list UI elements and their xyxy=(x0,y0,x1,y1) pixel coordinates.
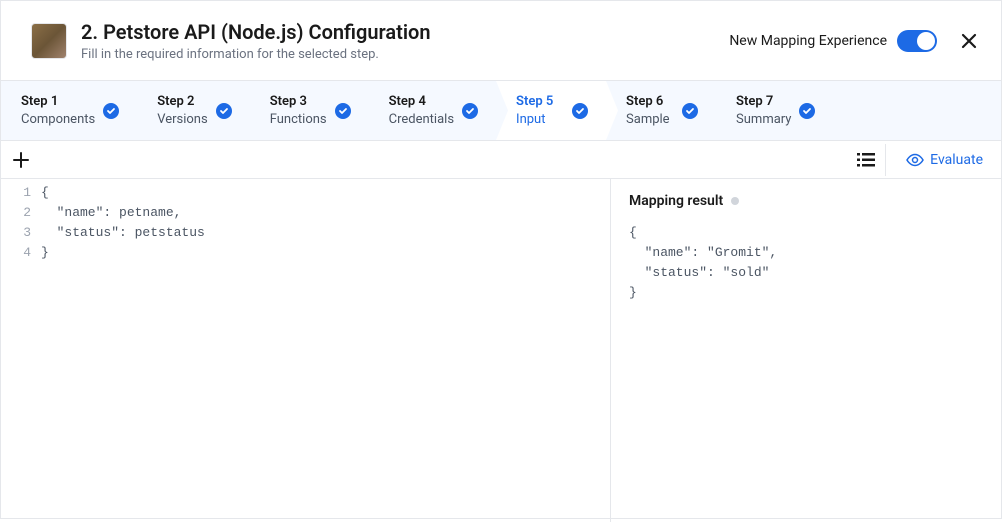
mapping-experience-toggle[interactable] xyxy=(897,30,937,52)
step-sub: Versions xyxy=(157,112,207,128)
check-icon xyxy=(682,103,698,119)
check-icon xyxy=(216,103,232,119)
step-title: Step 5 xyxy=(516,94,564,110)
result-body: { "name": "Gromit", "status": "sold" } xyxy=(629,223,983,303)
plus-icon xyxy=(12,151,30,169)
step-sub: Input xyxy=(516,112,564,128)
step-sub: Functions xyxy=(270,112,327,128)
step-sub: Sample xyxy=(626,112,674,128)
step-title: Step 3 xyxy=(270,94,327,110)
step-functions[interactable]: Step 3 Functions xyxy=(250,81,369,140)
toggle-label: New Mapping Experience xyxy=(729,33,887,49)
evaluate-button[interactable]: Evaluate xyxy=(894,147,995,173)
step-sub: Components xyxy=(21,112,95,128)
step-title: Step 6 xyxy=(626,94,674,110)
step-summary[interactable]: Step 7 Summary xyxy=(716,81,833,140)
step-title: Step 4 xyxy=(389,94,454,110)
step-sub: Credentials xyxy=(389,112,454,128)
evaluate-label: Evaluate xyxy=(930,152,983,168)
page-subtitle: Fill in the required information for the… xyxy=(81,47,729,62)
check-icon xyxy=(572,103,588,119)
avatar xyxy=(31,23,67,59)
step-title: Step 2 xyxy=(157,94,207,110)
close-button[interactable] xyxy=(957,29,981,53)
step-title: Step 7 xyxy=(736,94,791,110)
step-components[interactable]: Step 1 Components xyxy=(1,81,137,140)
code-editor[interactable]: 1234 { "name": petname, "status": petsta… xyxy=(1,179,611,522)
page-title: 2. Petstore API (Node.js) Configuration xyxy=(81,19,729,45)
check-icon xyxy=(462,103,478,119)
check-icon xyxy=(799,103,815,119)
step-sub: Summary xyxy=(736,112,791,128)
step-credentials[interactable]: Step 4 Credentials xyxy=(369,81,496,140)
step-input[interactable]: Step 5 Input xyxy=(496,81,606,140)
check-icon xyxy=(335,103,351,119)
add-button[interactable] xyxy=(7,146,35,174)
status-dot-icon xyxy=(731,197,739,205)
step-title: Step 1 xyxy=(21,94,95,110)
result-panel: Mapping result { "name": "Gromit", "stat… xyxy=(611,179,1001,522)
list-view-button[interactable] xyxy=(854,144,886,176)
step-versions[interactable]: Step 2 Versions xyxy=(137,81,249,140)
step-sample[interactable]: Step 6 Sample xyxy=(606,81,716,140)
line-gutter: 1234 xyxy=(1,179,41,522)
code-content: { "name": petname, "status": petstatus} xyxy=(41,179,610,522)
eye-icon xyxy=(906,151,924,169)
close-icon xyxy=(960,32,978,50)
list-icon xyxy=(857,153,875,167)
result-title: Mapping result xyxy=(629,193,723,209)
check-icon xyxy=(103,103,119,119)
stepper: Step 1 Components Step 2 Versions Step 3 Func… xyxy=(1,81,1001,141)
